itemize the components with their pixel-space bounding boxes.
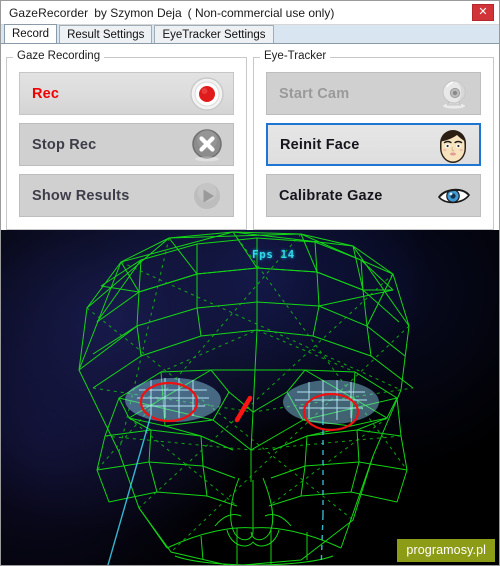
eye-tracker-buttons: Start Cam Reinit Face Calibrate Gaze: [266, 72, 481, 217]
fps-overlay: Fps 14: [252, 248, 295, 261]
tab-eyetracker-settings[interactable]: EyeTracker Settings: [154, 25, 274, 43]
start-cam-button-label: Start Cam: [279, 85, 350, 102]
tab-record[interactable]: Record: [4, 24, 58, 43]
webcam-icon: [435, 75, 473, 113]
face-avatar-icon: [434, 126, 472, 164]
start-cam-button[interactable]: Start Cam: [266, 72, 481, 115]
gaze-recording-legend: Gaze Recording: [13, 50, 105, 62]
show-results-button[interactable]: Show Results: [19, 174, 234, 217]
gaze-recording-group: Gaze Recording Rec Stop Rec Show Results: [6, 50, 247, 230]
stop-rec-button[interactable]: Stop Rec: [19, 123, 234, 166]
tab-strip: Record Result Settings EyeTracker Settin…: [1, 24, 499, 44]
record-circle-icon: [188, 75, 226, 113]
reinit-face-button[interactable]: Reinit Face: [266, 123, 481, 166]
reinit-face-button-label: Reinit Face: [280, 136, 360, 153]
record-tab-panel: Gaze Recording Rec Stop Rec Show Results…: [1, 44, 499, 230]
show-results-button-label: Show Results: [32, 187, 130, 204]
app-author: by Szymon Deja: [94, 5, 182, 20]
camera-preview[interactable]: Fps 14 programosy.pl: [1, 230, 499, 565]
gaze-recording-buttons: Rec Stop Rec Show Results: [19, 72, 234, 217]
stop-x-icon: [188, 126, 226, 164]
license-note: ( Non-commercial use only): [187, 5, 335, 20]
watermark-badge: programosy.pl: [397, 539, 495, 562]
close-icon[interactable]: ✕: [472, 4, 494, 21]
eye-tracker-group: Eye-Tracker Start Cam Reinit Face Calibr…: [253, 50, 494, 230]
stop-rec-button-label: Stop Rec: [32, 136, 97, 153]
title-bar: GazeRecorder by Szymon Deja ( Non-commer…: [1, 1, 499, 25]
play-triangle-icon: [188, 177, 226, 215]
app-title: GazeRecorder: [9, 5, 89, 20]
calibrate-gaze-button[interactable]: Calibrate Gaze: [266, 174, 481, 217]
calibrate-gaze-button-label: Calibrate Gaze: [279, 187, 383, 204]
rec-button[interactable]: Rec: [19, 72, 234, 115]
eye-tracker-legend: Eye-Tracker: [260, 50, 331, 62]
tab-result-settings[interactable]: Result Settings: [59, 25, 153, 43]
left-eye-mesh: [125, 378, 221, 423]
rec-button-label: Rec: [32, 85, 60, 102]
face-wireframe-mesh: [78, 231, 414, 565]
gazerecorder-window: GazeRecorder by Szymon Deja ( Non-commer…: [0, 0, 500, 566]
eye-icon: [435, 177, 473, 215]
